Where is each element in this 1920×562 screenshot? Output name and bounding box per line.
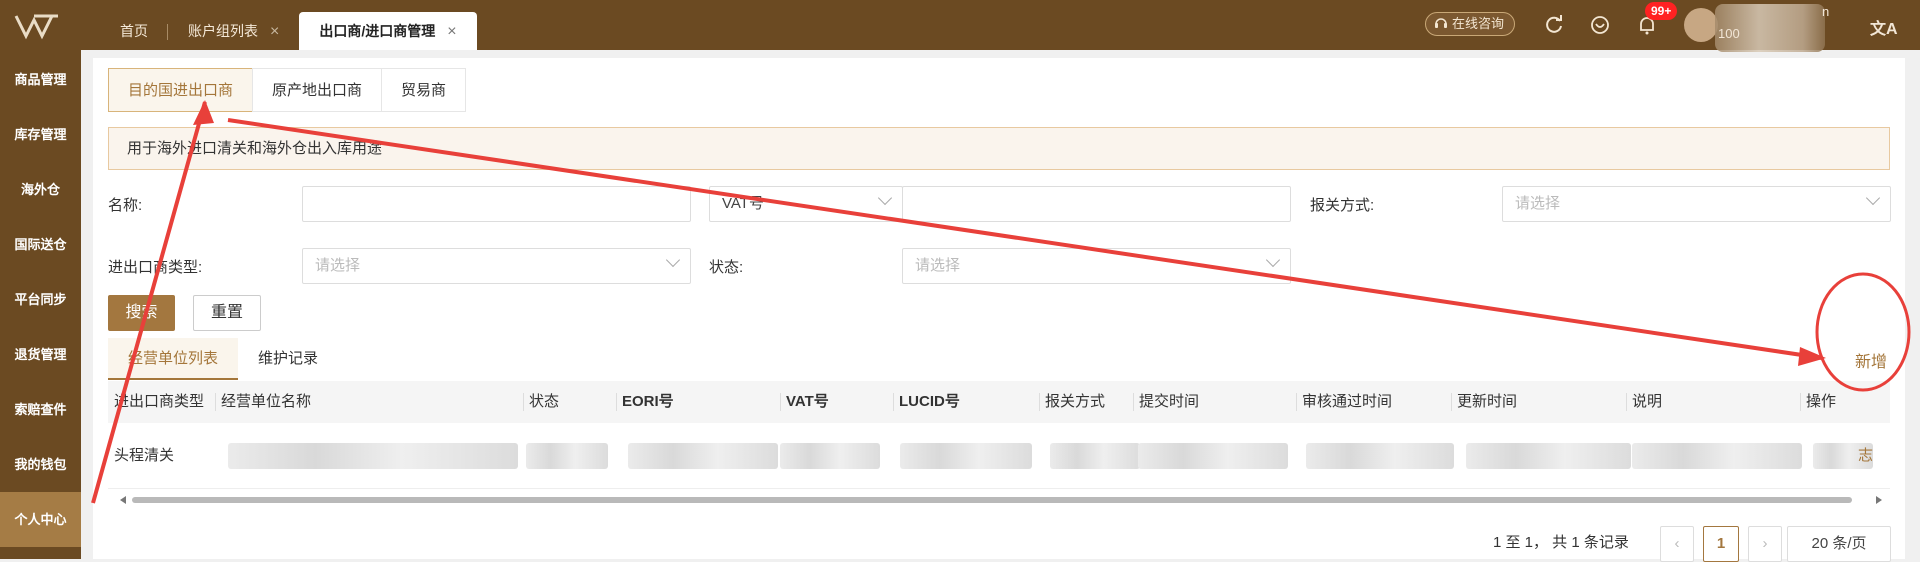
tab-business-unit-list[interactable]: 经营单位列表 xyxy=(108,338,239,380)
tab-exporter-importer[interactable]: 出口商/进口商管理 × xyxy=(299,12,477,50)
vat-number-input[interactable] xyxy=(902,186,1291,222)
pagination-summary: 1 至 1， 共 1 条记录 xyxy=(1493,534,1629,551)
status-select[interactable]: 请选择 xyxy=(902,248,1291,284)
tab-label: 出口商/进口商管理 xyxy=(319,23,436,39)
heart-icon[interactable] xyxy=(1588,13,1612,37)
status-label: 状态: xyxy=(709,259,744,276)
customs-method-label: 报关方式: xyxy=(1310,197,1375,214)
redacted-cell xyxy=(1632,443,1802,469)
sidebar-item-intl-delivery[interactable]: 国际送仓 xyxy=(0,217,81,272)
chevron-down-icon xyxy=(665,252,681,268)
select-placeholder: 请选择 xyxy=(1515,195,1561,212)
redacted-cell xyxy=(228,443,518,469)
info-notice: 用于海外进口清关和海外仓出入库用途 xyxy=(108,127,1890,170)
username-fragment: n xyxy=(1822,4,1830,19)
redacted-cell xyxy=(1138,443,1288,469)
redacted-cell xyxy=(780,443,880,469)
sidebar-item-personal-center[interactable]: 个人中心 xyxy=(0,492,81,547)
notification-badge: 99+ xyxy=(1645,2,1678,20)
row-action-link[interactable]: 志 xyxy=(1858,423,1873,489)
page-tabs: 首页 账户组列表 × 出口商/进口商管理 × xyxy=(100,12,477,50)
chevron-down-icon xyxy=(1265,252,1281,268)
tab-origin-exporter[interactable]: 原产地出口商 xyxy=(252,68,383,112)
name-label: 名称: xyxy=(108,197,143,214)
merchant-type-select[interactable]: 请选择 xyxy=(302,248,691,284)
column-header: 进出口商类型 xyxy=(114,393,205,410)
column-header: 状态 xyxy=(523,381,559,423)
select-placeholder: 请选择 xyxy=(915,257,961,274)
brand-logo-icon[interactable] xyxy=(14,12,66,40)
column-header: LUCID号 xyxy=(893,381,960,423)
column-header: 审核通过时间 xyxy=(1296,381,1392,423)
sidebar-item-products[interactable]: 商品管理 xyxy=(0,52,81,107)
scrollbar-thumb[interactable] xyxy=(132,497,1852,503)
table-header: 进出口商类型 经营单位名称 状态 EORI号 VAT号 LUCID号 报关方式 … xyxy=(108,381,1890,423)
online-consult-button[interactable]: 在线咨询 xyxy=(1425,12,1516,36)
page-size-select[interactable]: 20 条/页 xyxy=(1787,526,1891,562)
translate-icon[interactable]: 文A xyxy=(1870,15,1898,39)
name-input[interactable] xyxy=(302,186,691,222)
page-size-value: 20 条/页 xyxy=(1811,535,1867,552)
close-icon[interactable]: × xyxy=(270,23,279,40)
merchant-type-tabs: 目的国进出口商 原产地出口商 贸易商 xyxy=(108,68,467,112)
column-header: 操作 xyxy=(1800,381,1836,423)
sidebar: 商品管理 库存管理 海外仓 国际送仓 平台同步 退货管理 索赔查件 我的钱包 个… xyxy=(0,50,81,559)
next-page-button[interactable]: › xyxy=(1748,526,1782,562)
cell-merchant-type: 头程清关 xyxy=(114,447,175,464)
merchant-type-label: 进出口商类型: xyxy=(108,259,203,276)
refresh-icon[interactable] xyxy=(1542,13,1566,37)
redacted-cell xyxy=(1050,443,1140,469)
chevron-down-icon xyxy=(1865,190,1881,206)
vat-select-value: VAT号 xyxy=(722,195,764,212)
redacted-cell xyxy=(900,443,1032,469)
search-button[interactable]: 搜索 xyxy=(108,295,175,331)
scroll-right-icon[interactable] xyxy=(1876,496,1882,504)
column-header: EORI号 xyxy=(616,381,674,423)
tab-maintenance-records[interactable]: 维护记录 xyxy=(238,338,338,380)
sidebar-item-inventory[interactable]: 库存管理 xyxy=(0,107,81,162)
scroll-left-icon[interactable] xyxy=(120,496,126,504)
page-button-current[interactable]: 1 xyxy=(1703,526,1739,562)
column-header: 经营单位名称 xyxy=(215,381,311,423)
table-row: 头程清关 志 xyxy=(108,423,1890,489)
redacted-cell xyxy=(628,443,778,469)
top-bar: 首页 账户组列表 × 出口商/进口商管理 × 在线咨询 99+ n 100 文A xyxy=(0,0,1920,52)
redacted-cell xyxy=(1466,443,1631,469)
sidebar-item-platform-sync[interactable]: 平台同步 xyxy=(0,272,81,327)
consult-label: 在线咨询 xyxy=(1452,16,1505,31)
customs-method-select[interactable]: 请选择 xyxy=(1502,186,1891,222)
sidebar-item-returns[interactable]: 退货管理 xyxy=(0,327,81,382)
sidebar-item-claims[interactable]: 索赔查件 xyxy=(0,382,81,437)
column-header: VAT号 xyxy=(780,381,829,423)
prev-page-button[interactable]: ‹ xyxy=(1660,526,1694,562)
column-header: 报关方式 xyxy=(1039,381,1105,423)
add-new-link[interactable]: 新增 xyxy=(1855,348,1887,372)
headset-icon xyxy=(1435,18,1447,28)
tab-label: 账户组列表 xyxy=(188,23,258,39)
sidebar-item-overseas-warehouse[interactable]: 海外仓 xyxy=(0,162,81,217)
redacted-cell xyxy=(1306,443,1454,469)
vat-type-select[interactable]: VAT号 xyxy=(709,186,903,222)
avatar[interactable] xyxy=(1684,8,1718,42)
close-icon[interactable]: × xyxy=(447,23,456,40)
redacted-cell xyxy=(526,443,608,469)
main-content: 目的国进出口商 原产地出口商 贸易商 用于海外进口清关和海外仓出入库用途 名称:… xyxy=(93,58,1905,562)
column-header: 提交时间 xyxy=(1133,381,1199,423)
tab-account-groups[interactable]: 账户组列表 × xyxy=(168,12,299,50)
list-tabs: 经营单位列表 维护记录 xyxy=(108,338,338,380)
horizontal-scrollbar[interactable] xyxy=(120,496,1882,504)
user-id-fragment: 100 xyxy=(1718,26,1740,41)
tab-trader[interactable]: 贸易商 xyxy=(381,68,467,112)
column-header: 说明 xyxy=(1626,381,1662,423)
select-placeholder: 请选择 xyxy=(315,257,361,274)
tab-destination-importer-exporter[interactable]: 目的国进出口商 xyxy=(108,68,254,112)
reset-button[interactable]: 重置 xyxy=(193,295,261,331)
sidebar-item-wallet[interactable]: 我的钱包 xyxy=(0,437,81,492)
tab-home[interactable]: 首页 xyxy=(100,12,168,50)
tab-label: 首页 xyxy=(120,23,148,39)
column-header: 更新时间 xyxy=(1451,381,1517,423)
chevron-down-icon xyxy=(877,190,893,206)
